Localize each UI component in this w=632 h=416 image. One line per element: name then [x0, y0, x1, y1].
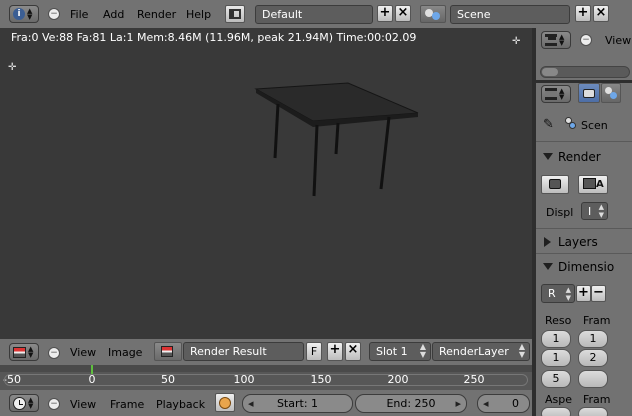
dimensions-panel-title[interactable]: Dimensio	[558, 260, 614, 274]
layers-panel-title[interactable]: Layers	[558, 235, 598, 249]
pin-icon[interactable]: ✎	[543, 118, 554, 131]
frame-rate-field[interactable]	[578, 407, 608, 416]
render-layer-select[interactable]: RenderLayer ▲ ▼	[432, 342, 530, 361]
image-browse-icon[interactable]	[154, 342, 182, 361]
menu-view[interactable]: View	[70, 346, 96, 359]
panel-separator	[536, 228, 632, 229]
frame-range-label: Fram	[583, 314, 611, 327]
render-result-viewport[interactable]: Fra:0 Ve:88 Fa:81 La:1 Mem:8.46M (11.96M…	[0, 28, 532, 339]
chevron-left-icon[interactable]: ◂	[483, 395, 489, 412]
scene-tab-icon[interactable]	[601, 83, 621, 103]
collapse-menus-icon[interactable]: −	[580, 34, 592, 46]
collapse-menus-icon[interactable]: −	[48, 347, 60, 359]
chevron-updown-icon: ▲ ▼	[518, 342, 525, 359]
aspect-ratio-label: Aspe	[545, 393, 573, 406]
outliner-scrollbar[interactable]	[540, 66, 630, 78]
preview-range-icon[interactable]	[215, 393, 235, 412]
chevron-updown-icon: ▲ ▼	[598, 203, 604, 219]
render-preset-select[interactable]: R ▲ ▼	[541, 284, 575, 303]
menu-playback[interactable]: Playback	[156, 398, 205, 411]
menu-add[interactable]: Add	[103, 8, 124, 21]
collapse-menus-icon[interactable]: −	[48, 398, 60, 410]
expand-arrow-icon[interactable]	[543, 263, 553, 270]
chevron-updown-icon: ▲ ▼	[559, 87, 565, 101]
menu-image[interactable]: Image	[108, 346, 142, 359]
display-select[interactable]: I ▲ ▼	[581, 202, 608, 220]
screen-layout-field[interactable]: Default	[255, 5, 373, 24]
remove-preset-button[interactable]: −	[591, 285, 606, 302]
menu-view[interactable]: View	[70, 398, 96, 411]
resolution-percentage-field[interactable]: 5	[541, 370, 571, 388]
chevron-updown-icon: ▲ ▼	[559, 33, 565, 47]
menu-render[interactable]: Render	[137, 8, 176, 21]
screen-layout-icon[interactable]	[225, 5, 245, 23]
render-panel-title[interactable]: Render	[558, 150, 601, 164]
unlink-image-button[interactable]: ×	[345, 342, 361, 361]
render-animation-button[interactable]: A	[578, 175, 608, 194]
chevron-updown-icon: ▲ ▼	[419, 342, 426, 359]
table-leg	[273, 103, 280, 159]
table-leg	[312, 124, 319, 197]
start-frame-field[interactable]: ◂ Start: 1	[242, 394, 353, 413]
editor-type-selector-outliner[interactable]: ▲ ▼	[541, 31, 571, 49]
outliner-menu-view[interactable]: View	[605, 34, 631, 47]
scene-icon[interactable]	[420, 5, 446, 23]
add-scene-button[interactable]: +	[575, 5, 591, 22]
chevron-right-icon[interactable]: ▸	[455, 395, 461, 412]
frame-start-field[interactable]: 1	[578, 330, 608, 348]
context-scene-label: Scen	[581, 119, 608, 132]
delete-scene-button[interactable]: ×	[593, 5, 609, 22]
frame-rate-label: Fram	[583, 393, 611, 406]
editor-type-selector-info[interactable]: i ▲ ▼	[9, 5, 39, 23]
properties-icon	[545, 88, 557, 100]
render-tab-camera-icon[interactable]	[578, 83, 600, 103]
menu-help[interactable]: Help	[186, 8, 211, 21]
chevron-updown-icon: ▲ ▼	[565, 286, 571, 302]
new-image-button[interactable]: +	[327, 342, 343, 361]
resolution-label: Reso	[545, 314, 572, 327]
info-icon: i	[13, 8, 25, 20]
slot-select[interactable]: Slot 1 ▲ ▼	[369, 342, 431, 361]
scene-small-icon	[564, 117, 578, 131]
menu-file[interactable]: File	[70, 8, 88, 21]
timeline-top-band	[0, 365, 532, 372]
chevron-left-icon[interactable]: ◂	[248, 395, 254, 412]
chevron-updown-icon: ▲ ▼	[27, 7, 33, 21]
chevron-updown-icon: ▲ ▼	[28, 345, 34, 359]
image-name-field[interactable]: Render Result	[183, 342, 304, 361]
editor-type-selector-image[interactable]: ▲ ▼	[9, 343, 39, 361]
add-screen-button[interactable]: +	[377, 5, 393, 22]
collapse-menus-icon[interactable]: −	[48, 8, 60, 20]
add-preset-button[interactable]: +	[576, 285, 591, 302]
timeline-scrollbar[interactable]	[4, 374, 528, 386]
aspect-x-field[interactable]	[541, 407, 571, 416]
current-frame-field[interactable]: ◂ 0	[477, 394, 530, 413]
end-frame-field[interactable]: End: 250 ▸	[355, 394, 467, 413]
timeline-scrubber[interactable]: -50 0 50 100 150 200 250	[0, 365, 532, 390]
panel-separator	[536, 141, 632, 142]
frame-end-field[interactable]: 2	[578, 349, 608, 367]
chevron-updown-icon: ▲ ▼	[28, 396, 34, 410]
collapsed-arrow-icon[interactable]	[544, 237, 551, 247]
delete-screen-button[interactable]: ×	[395, 5, 411, 22]
resolution-y-field[interactable]: 1	[541, 349, 571, 367]
frame-step-field[interactable]	[578, 370, 608, 388]
render-image-button[interactable]	[541, 175, 569, 194]
panel-separator	[536, 253, 632, 254]
table-leg	[379, 116, 391, 190]
display-label: Displ	[546, 206, 574, 219]
menu-frame[interactable]: Frame	[110, 398, 144, 411]
clock-icon	[13, 396, 26, 410]
editor-type-selector-timeline[interactable]: ▲ ▼	[9, 394, 39, 412]
properties-panel: ✎ Scen Render A Displ I ▲ ▼ Layers Dimens…	[536, 108, 632, 416]
table-leg	[334, 122, 340, 155]
resolution-x-field[interactable]: 1	[541, 330, 571, 348]
scene-field[interactable]: Scene	[450, 5, 570, 24]
fake-user-button[interactable]: F	[306, 342, 322, 361]
image-editor-icon	[13, 346, 26, 358]
rendered-table-image	[254, 82, 419, 197]
expand-arrow-icon[interactable]	[543, 153, 553, 160]
outliner-icon	[545, 34, 557, 46]
editor-type-selector-properties[interactable]: ▲ ▼	[541, 85, 571, 103]
